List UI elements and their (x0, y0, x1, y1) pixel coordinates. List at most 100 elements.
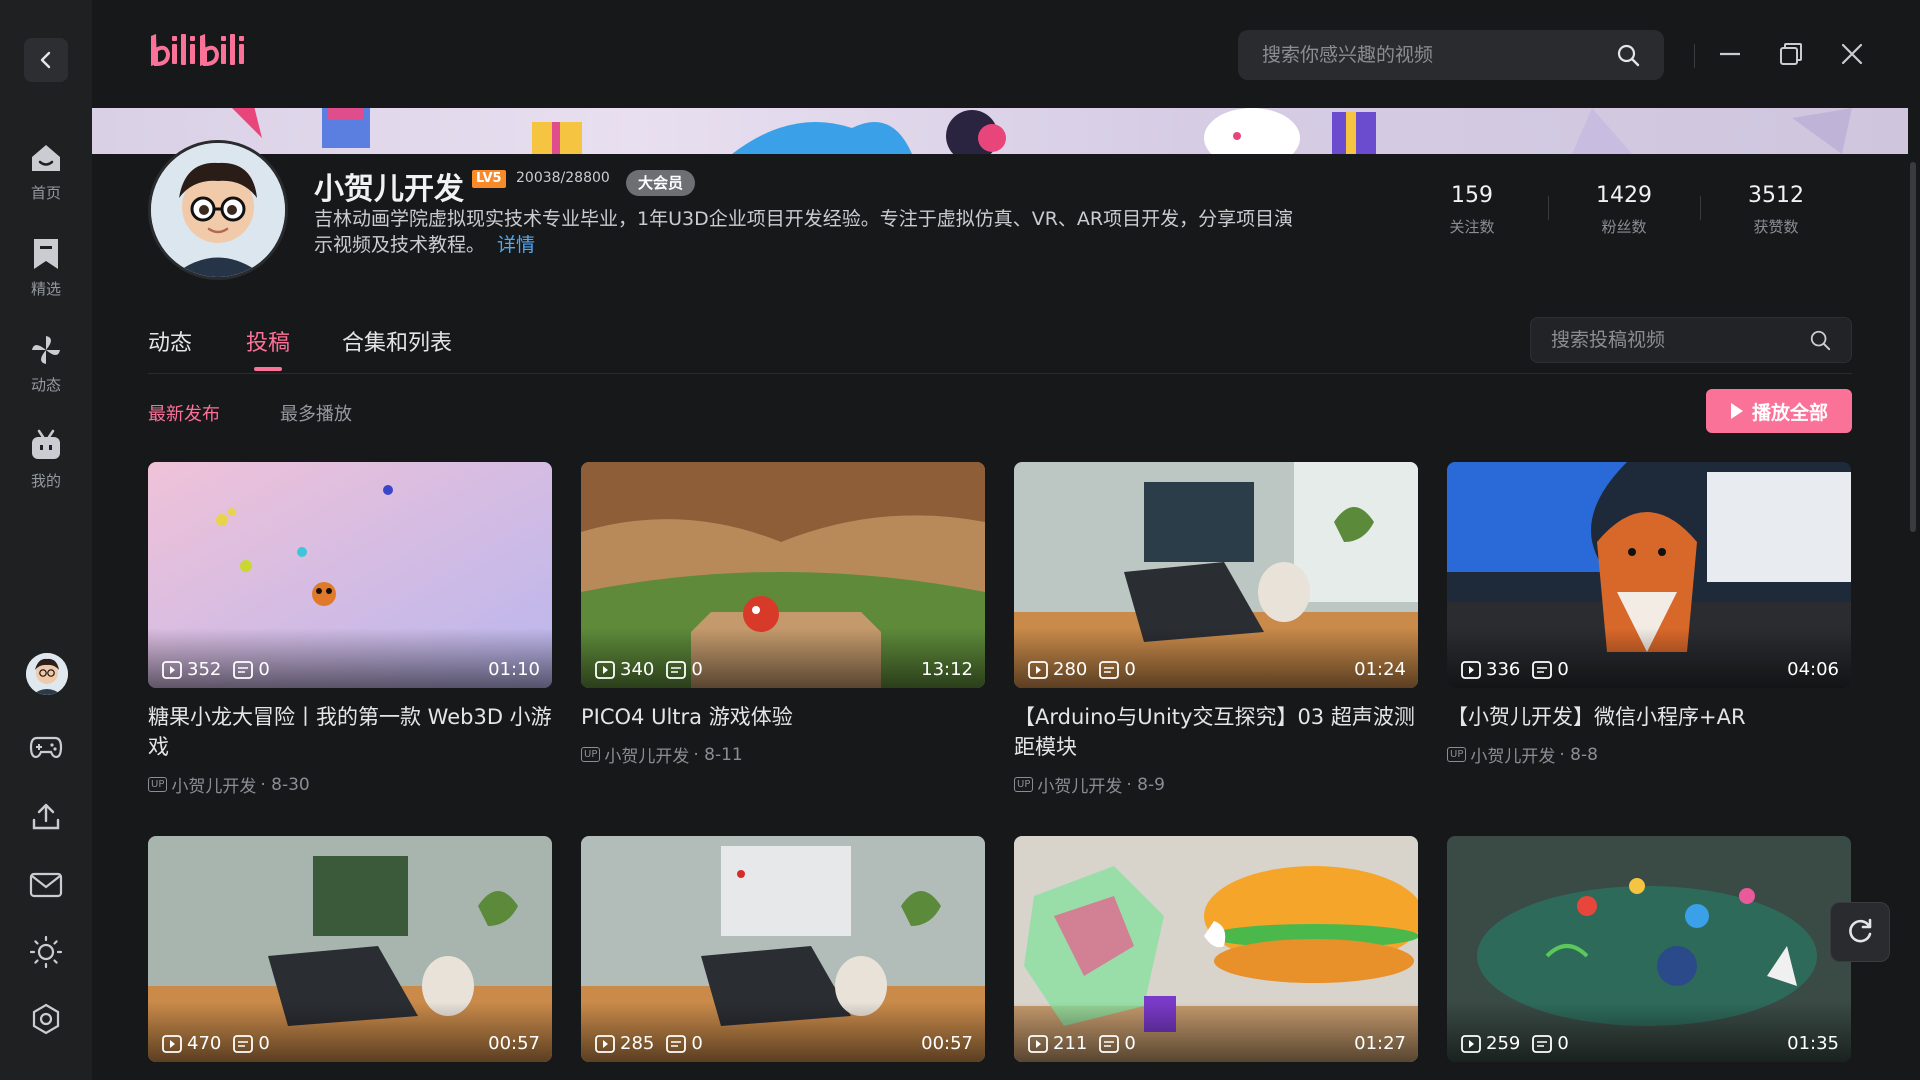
messages-button[interactable] (24, 863, 68, 907)
video-thumbnail[interactable]: 259 0 01:35 (1447, 836, 1851, 1062)
video-stats: 259 0 (1461, 1033, 1569, 1054)
sidebar-item-dynamic[interactable]: 动态 (0, 332, 92, 395)
gamepad-button[interactable] (24, 725, 68, 769)
video-thumbnail[interactable]: 352 0 01:10 (148, 462, 552, 688)
search-icon[interactable] (1809, 329, 1831, 351)
video-title[interactable]: PICO4 Ultra 游戏体验 (581, 702, 985, 732)
close-button[interactable] (1834, 36, 1870, 72)
home-icon (32, 145, 60, 171)
video-thumbnail[interactable]: 280 0 01:24 (1014, 462, 1418, 688)
play-count-icon (595, 660, 615, 679)
restore-icon (1780, 43, 1802, 65)
global-search-box[interactable] (1238, 30, 1664, 80)
video-stats: 336 0 (1461, 659, 1569, 680)
danmaku-icon (233, 1034, 254, 1053)
refresh-icon (1849, 918, 1872, 943)
pinwheel-icon (32, 336, 60, 364)
maximize-button[interactable] (1773, 36, 1809, 72)
video-thumbnail[interactable]: 340 0 13:12 (581, 462, 985, 688)
danmaku-icon (1532, 1034, 1553, 1053)
profile-bio: 吉林动画学院虚拟现实技术专业毕业，1年U3D企业项目开发经验。专注于虚拟仿真、V… (314, 206, 1308, 258)
video-author[interactable]: 小贺儿开发 (1470, 742, 1555, 767)
video-author[interactable]: 小贺儿开发 (1037, 772, 1122, 797)
user-avatar[interactable] (26, 653, 68, 695)
video-card[interactable]: 340 0 13:12 PICO4 Ultra 游戏体验 UP 小贺儿开发 · 8-… (581, 462, 985, 767)
up-icon: UP (1447, 747, 1467, 762)
play-count-icon (162, 1034, 182, 1053)
refresh-button[interactable] (1830, 902, 1890, 962)
play-count: 470 (187, 1033, 222, 1054)
video-thumbnail[interactable]: 211 0 01:27 (1014, 836, 1418, 1062)
video-author[interactable]: 小贺儿开发 (171, 772, 256, 797)
sidebar-item-home[interactable]: 首页 (0, 140, 92, 203)
vip-badge[interactable]: 大会员 (626, 170, 696, 196)
video-stats: 285 0 (595, 1033, 703, 1054)
stat-followers[interactable]: 1429 粉丝数 (1554, 183, 1694, 237)
scrollbar[interactable] (1910, 162, 1916, 532)
video-duration: 01:35 (1787, 1033, 1839, 1054)
tab-divider (148, 373, 1852, 374)
video-thumbnail[interactable]: 285 0 00:57 (581, 836, 985, 1062)
video-card[interactable]: 280 0 01:24 【Arduino与Unity交互探究】03 超声波测距模… (1014, 462, 1418, 797)
gamepad-icon (29, 736, 63, 759)
video-card[interactable]: 336 0 04:06 【小贺儿开发】微信小程序+AR UP 小贺儿开发 · 8-8 (1447, 462, 1851, 767)
sidebar: 首页 精选 动态 我的 (0, 0, 92, 1080)
video-thumbnail[interactable]: 470 0 00:57 (148, 836, 552, 1062)
stat-following[interactable]: 159 关注数 (1402, 183, 1542, 237)
video-stats: 470 0 (162, 1033, 270, 1054)
video-stats: 340 0 (595, 659, 703, 680)
video-duration: 00:57 (921, 1033, 973, 1054)
bio-detail-link[interactable]: 详情 (497, 234, 535, 256)
danmaku-icon (666, 660, 687, 679)
video-duration: 01:10 (488, 659, 540, 680)
minimize-button[interactable] (1712, 36, 1748, 72)
global-search-input[interactable] (1262, 44, 1602, 66)
play-count-icon (1028, 1034, 1048, 1053)
mail-icon (29, 872, 63, 898)
play-count-icon (1461, 660, 1481, 679)
danmaku-icon (233, 660, 254, 679)
chevron-left-icon (40, 51, 51, 69)
video-card[interactable]: 211 0 01:27 (1014, 836, 1418, 1062)
uploads-search-box[interactable] (1530, 317, 1852, 363)
video-duration: 01:24 (1354, 659, 1406, 680)
video-card[interactable]: 285 0 00:57 (581, 836, 985, 1062)
bilibili-logo[interactable] (148, 30, 250, 78)
danmaku-count: 0 (1557, 659, 1569, 680)
sidebar-item-mine[interactable]: 我的 (0, 428, 92, 491)
search-icon[interactable] (1616, 43, 1640, 67)
danmaku-count: 0 (1124, 659, 1136, 680)
play-all-button[interactable]: 播放全部 (1706, 389, 1852, 433)
uploads-search-input[interactable] (1551, 329, 1791, 351)
sidebar-item-label: 动态 (30, 376, 61, 394)
profile-avatar[interactable] (148, 140, 288, 280)
theme-button[interactable] (24, 930, 68, 974)
sort-most-played[interactable]: 最多播放 (280, 400, 352, 426)
video-card[interactable]: 470 0 00:57 (148, 836, 552, 1062)
upload-button[interactable] (24, 795, 68, 839)
play-count: 259 (1486, 1033, 1521, 1054)
tab-dynamic[interactable]: 动态 (148, 325, 192, 357)
video-card[interactable]: 352 0 01:10 糖果小龙大冒险丨我的第一款 Web3D 小游戏 UP 小贺… (148, 462, 552, 797)
sidebar-item-featured[interactable]: 精选 (0, 236, 92, 299)
video-author[interactable]: 小贺儿开发 (604, 742, 689, 767)
video-title[interactable]: 【小贺儿开发】微信小程序+AR (1447, 702, 1851, 732)
video-stats: 211 0 (1028, 1033, 1136, 1054)
danmaku-count: 0 (258, 659, 270, 680)
video-title[interactable]: 【Arduino与Unity交互探究】03 超声波测距模块 (1014, 702, 1418, 762)
sidebar-item-label: 精选 (30, 280, 61, 298)
experience-progress: 20038/28800 (516, 170, 610, 186)
video-thumbnail[interactable]: 336 0 04:06 (1447, 462, 1851, 688)
sort-latest[interactable]: 最新发布 (148, 400, 220, 426)
settings-icon (32, 1003, 60, 1035)
stat-following-count: 159 (1451, 183, 1493, 208)
back-button[interactable] (24, 38, 68, 82)
video-card[interactable]: 259 0 01:35 (1447, 836, 1851, 1062)
video-title[interactable]: 糖果小龙大冒险丨我的第一款 Web3D 小游戏 (148, 702, 552, 762)
video-duration: 04:06 (1787, 659, 1839, 680)
play-count-icon (595, 1034, 615, 1053)
tab-collections[interactable]: 合集和列表 (342, 325, 452, 357)
settings-button[interactable] (24, 997, 68, 1041)
tab-uploads[interactable]: 投稿 (246, 325, 290, 357)
play-count: 285 (620, 1033, 655, 1054)
